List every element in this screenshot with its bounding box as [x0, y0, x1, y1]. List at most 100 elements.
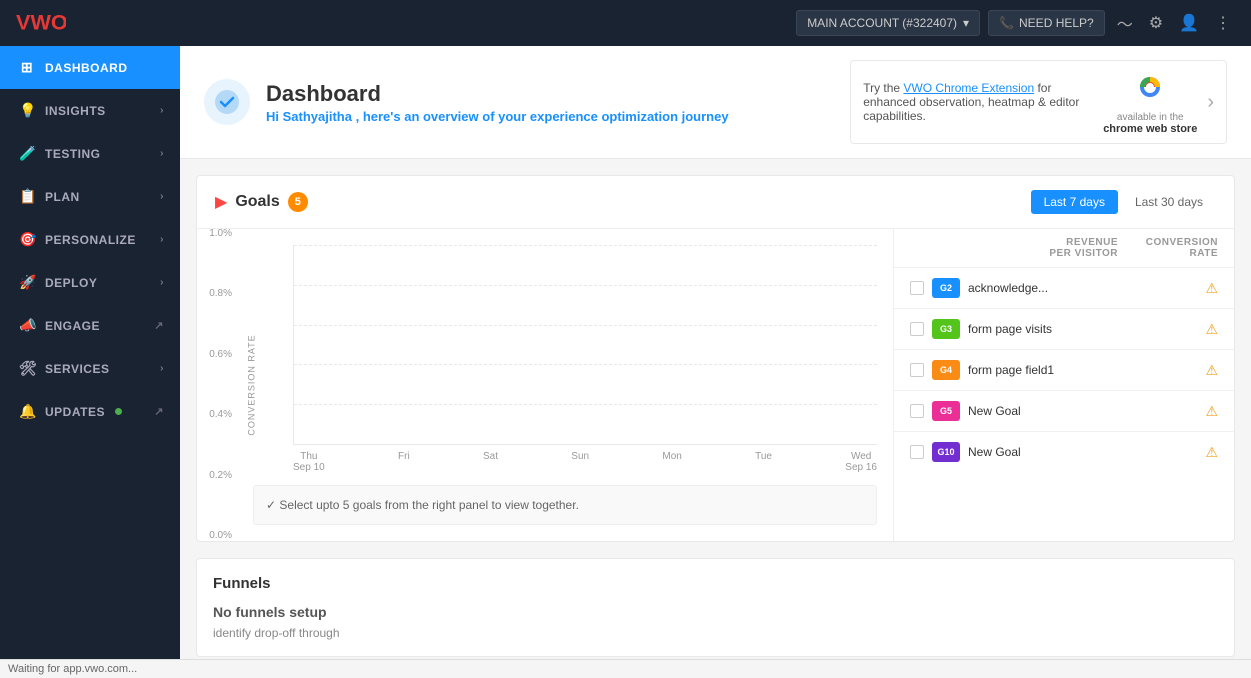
warning-icon: ⚠ — [1205, 321, 1218, 338]
chart-with-yticks: 1.0% 0.8% 0.6% 0.4% 0.2% 0.0% — [253, 245, 877, 445]
grid-line — [294, 364, 877, 365]
sidebar: ⊞ DASHBOARD 💡 INSIGHTS › 🧪 TESTING › 📋 P… — [0, 46, 180, 659]
goal-row: G5 New Goal ⚠ — [894, 390, 1234, 431]
sidebar-item-label: TESTING — [45, 147, 101, 161]
more-icon-button[interactable]: ⋮ — [1211, 9, 1235, 37]
sidebar-item-label: INSIGHTS — [45, 104, 106, 118]
checkmark-icon — [214, 89, 240, 115]
goal-checkbox[interactable] — [910, 363, 924, 377]
grid-line — [294, 404, 877, 405]
updates-dot-badge — [115, 408, 122, 415]
sidebar-item-personalize[interactable]: 🎯 PERSONALIZE › — [0, 218, 180, 261]
insights-icon: 💡 — [19, 102, 35, 119]
sidebar-item-updates[interactable]: 🔔 UPDATES ↗ — [0, 390, 180, 433]
sidebar-item-services[interactable]: 🛠 SERVICES › — [0, 347, 180, 390]
goals-section: ▶ Goals 5 Last 7 days Last 30 days CONVE… — [196, 175, 1235, 542]
last-30-days-button[interactable]: Last 30 days — [1122, 190, 1216, 214]
x-tick-thu: Thu Sep 10 — [293, 451, 325, 473]
goals-play-icon: ▶ — [215, 192, 227, 212]
y-tick: 0.6% — [197, 350, 232, 360]
sidebar-item-testing[interactable]: 🧪 TESTING › — [0, 132, 180, 175]
external-link-icon: ↗ — [154, 319, 164, 332]
goal-name: form page visits — [968, 322, 1197, 336]
sidebar-item-label: UPDATES — [45, 405, 105, 419]
x-tick-fri: Fri — [398, 451, 410, 473]
sidebar-item-dashboard[interactable]: ⊞ DASHBOARD — [0, 46, 180, 89]
sidebar-item-label: PLAN — [45, 190, 80, 204]
x-tick-tue: Tue — [755, 451, 772, 473]
sidebar-item-label: PERSONALIZE — [45, 233, 136, 247]
page-title: Dashboard — [266, 81, 729, 107]
testing-icon: 🧪 — [19, 145, 35, 162]
goal-checkbox[interactable] — [910, 322, 924, 336]
sidebar-item-label: ENGAGE — [45, 319, 100, 333]
chevron-right-icon: › — [160, 277, 164, 288]
account-button[interactable]: MAIN ACCOUNT (#322407) ▾ — [796, 10, 980, 36]
y-tick: 0.8% — [197, 289, 232, 299]
account-label: MAIN ACCOUNT (#322407) — [807, 16, 957, 30]
subtitle-prefix: Hi — [266, 109, 283, 124]
sidebar-item-label: DASHBOARD — [45, 61, 128, 75]
available-label: available in the — [1117, 112, 1184, 123]
vwo-logo: VWO — [16, 9, 66, 37]
y-axis-label: CONVERSION RATE — [247, 334, 257, 435]
y-tick: 0.2% — [197, 471, 232, 481]
goal-name: New Goal — [968, 445, 1197, 459]
x-tick-wed: Wed Sep 16 — [845, 451, 877, 473]
external-link-icon: ↗ — [154, 405, 164, 418]
warning-icon: ⚠ — [1205, 444, 1218, 461]
sidebar-item-label: DEPLOY — [45, 276, 97, 290]
main-layout: ⊞ DASHBOARD 💡 INSIGHTS › 🧪 TESTING › 📋 P… — [0, 46, 1251, 659]
goals-content: CONVERSION RATE 1.0% 0.8% 0.6% 0.4% 0.2%… — [197, 229, 1234, 541]
services-icon: 🛠 — [19, 360, 35, 377]
goal-checkbox[interactable] — [910, 404, 924, 418]
last-7-days-button[interactable]: Last 7 days — [1031, 190, 1118, 214]
chrome-extension-link[interactable]: VWO Chrome Extension — [903, 81, 1034, 95]
goal-checkbox[interactable] — [910, 445, 924, 459]
deploy-icon: 🚀 — [19, 274, 35, 291]
chevron-right-icon: › — [160, 105, 164, 116]
user-icon-button[interactable]: 👤 — [1175, 9, 1203, 37]
goal-checkbox[interactable] — [910, 281, 924, 295]
settings-icon-button[interactable]: ⚙ — [1145, 9, 1167, 37]
warning-icon: ⚠ — [1205, 362, 1218, 379]
warning-icon: ⚠ — [1205, 403, 1218, 420]
goal-row: G2 acknowledge... ⚠ — [894, 267, 1234, 308]
goal-row: G10 New Goal ⚠ — [894, 431, 1234, 472]
sidebar-item-plan[interactable]: 📋 PLAN › — [0, 175, 180, 218]
y-tick: 0.0% — [197, 531, 232, 541]
header-right: MAIN ACCOUNT (#322407) ▾ 📞 NEED HELP? 〜 … — [796, 7, 1235, 39]
pulse-icon-button[interactable]: 〜 — [1113, 7, 1137, 39]
chrome-ext-text: Try the VWO Chrome Extension for enhance… — [863, 81, 1093, 123]
chrome-logo-svg — [1132, 69, 1168, 105]
username: Sathyajitha — [283, 109, 352, 124]
goals-header: ▶ Goals 5 Last 7 days Last 30 days — [197, 176, 1234, 229]
goals-list-header: REVENUE PER VISITOR CONVERSION RATE — [894, 229, 1234, 267]
sidebar-item-deploy[interactable]: 🚀 DEPLOY › — [0, 261, 180, 304]
goal-name: acknowledge... — [968, 281, 1197, 295]
goal-name: form page field1 — [968, 363, 1197, 377]
chevron-right-icon: › — [160, 191, 164, 202]
need-help-button[interactable]: 📞 NEED HELP? — [988, 10, 1105, 36]
sidebar-item-engage[interactable]: 📣 ENGAGE ↗ — [0, 304, 180, 347]
chart-hint: ✓ Select upto 5 goals from the right pan… — [253, 485, 877, 525]
status-bar: Waiting for app.vwo.com... — [0, 659, 1251, 678]
y-tick: 1.0% — [197, 229, 232, 239]
goals-count-badge: 5 — [288, 192, 308, 212]
goal-name: New Goal — [968, 404, 1197, 418]
chevron-right-icon: › — [160, 363, 164, 374]
phone-icon: 📞 — [999, 16, 1014, 30]
svg-text:VWO: VWO — [16, 10, 66, 35]
goal-tag-g2: G2 — [932, 278, 960, 298]
goals-title: Goals — [235, 193, 279, 211]
status-text: Waiting for app.vwo.com... — [8, 663, 137, 675]
dashboard-subtitle: Hi Sathyajitha , here's an overview of y… — [266, 109, 729, 124]
goal-tag-g5: G5 — [932, 401, 960, 421]
chrome-extension-banner[interactable]: Try the VWO Chrome Extension for enhance… — [850, 60, 1227, 144]
goal-row: G3 form page visits ⚠ — [894, 308, 1234, 349]
dashboard-icon: ⊞ — [19, 59, 35, 76]
chevron-right-icon: › — [160, 148, 164, 159]
dashboard-title-area: Dashboard Hi Sathyajitha , here's an ove… — [204, 79, 729, 125]
chrome-store-info: available in the chrome web store — [1103, 69, 1197, 135]
sidebar-item-insights[interactable]: 💡 INSIGHTS › — [0, 89, 180, 132]
